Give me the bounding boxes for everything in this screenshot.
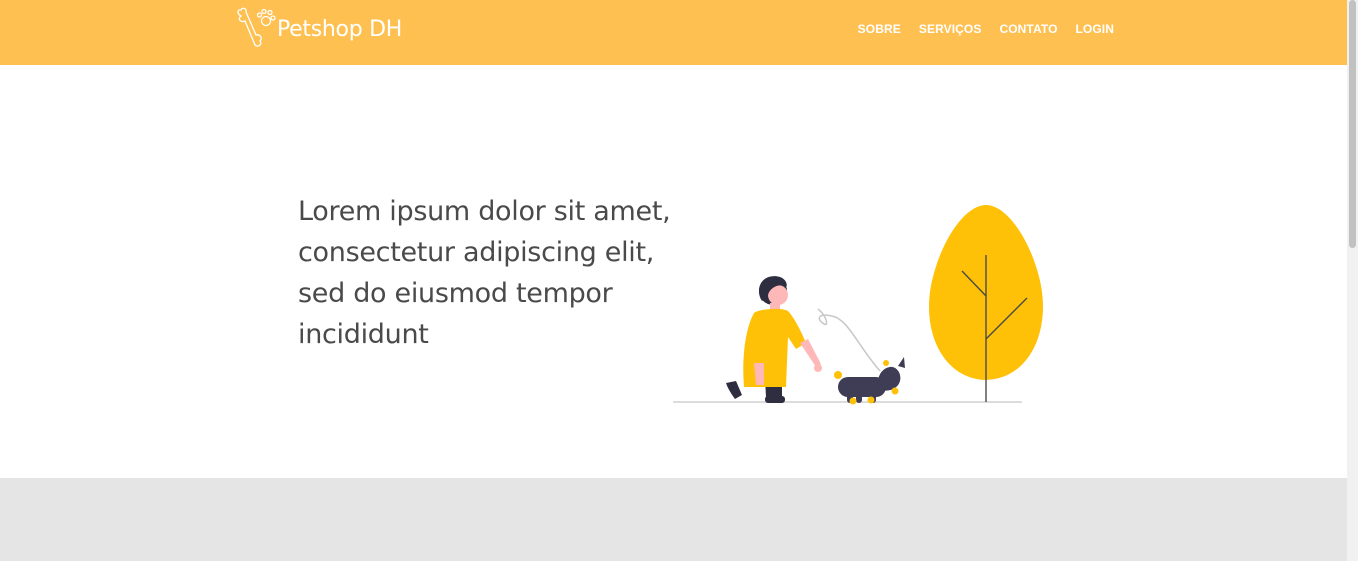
- leash: [817, 308, 881, 372]
- dog-icon: [834, 357, 905, 405]
- page: Petshop DH SOBRE SERVIÇOS CONTATO LOGIN …: [0, 0, 1347, 561]
- main-nav: SOBRE SERVIÇOS CONTATO LOGIN: [858, 22, 1114, 36]
- person-icon: [726, 276, 822, 403]
- tree-icon: [929, 205, 1043, 402]
- bone-paw-icon: [237, 7, 276, 47]
- nav-login[interactable]: LOGIN: [1076, 22, 1115, 36]
- scrollbar-thumb[interactable]: [1349, 0, 1356, 248]
- nav-servicos[interactable]: SERVIÇOS: [919, 22, 982, 36]
- vertical-scrollbar[interactable]: [1347, 0, 1358, 561]
- brand-link[interactable]: Petshop DH: [233, 7, 402, 51]
- top-navbar: Petshop DH SOBRE SERVIÇOS CONTATO LOGIN: [0, 0, 1347, 65]
- hero-text: Lorem ipsum dolor sit amet, consectetur …: [298, 196, 671, 350]
- brand-name: Petshop DH: [277, 16, 402, 42]
- nav-sobre[interactable]: SOBRE: [858, 22, 901, 36]
- hero-section: Lorem ipsum dolor sit amet, consectetur …: [0, 65, 1347, 478]
- person-walking-dog-illustration: [673, 205, 1043, 405]
- nav-contato[interactable]: CONTATO: [999, 22, 1057, 36]
- gray-section: [0, 478, 1347, 561]
